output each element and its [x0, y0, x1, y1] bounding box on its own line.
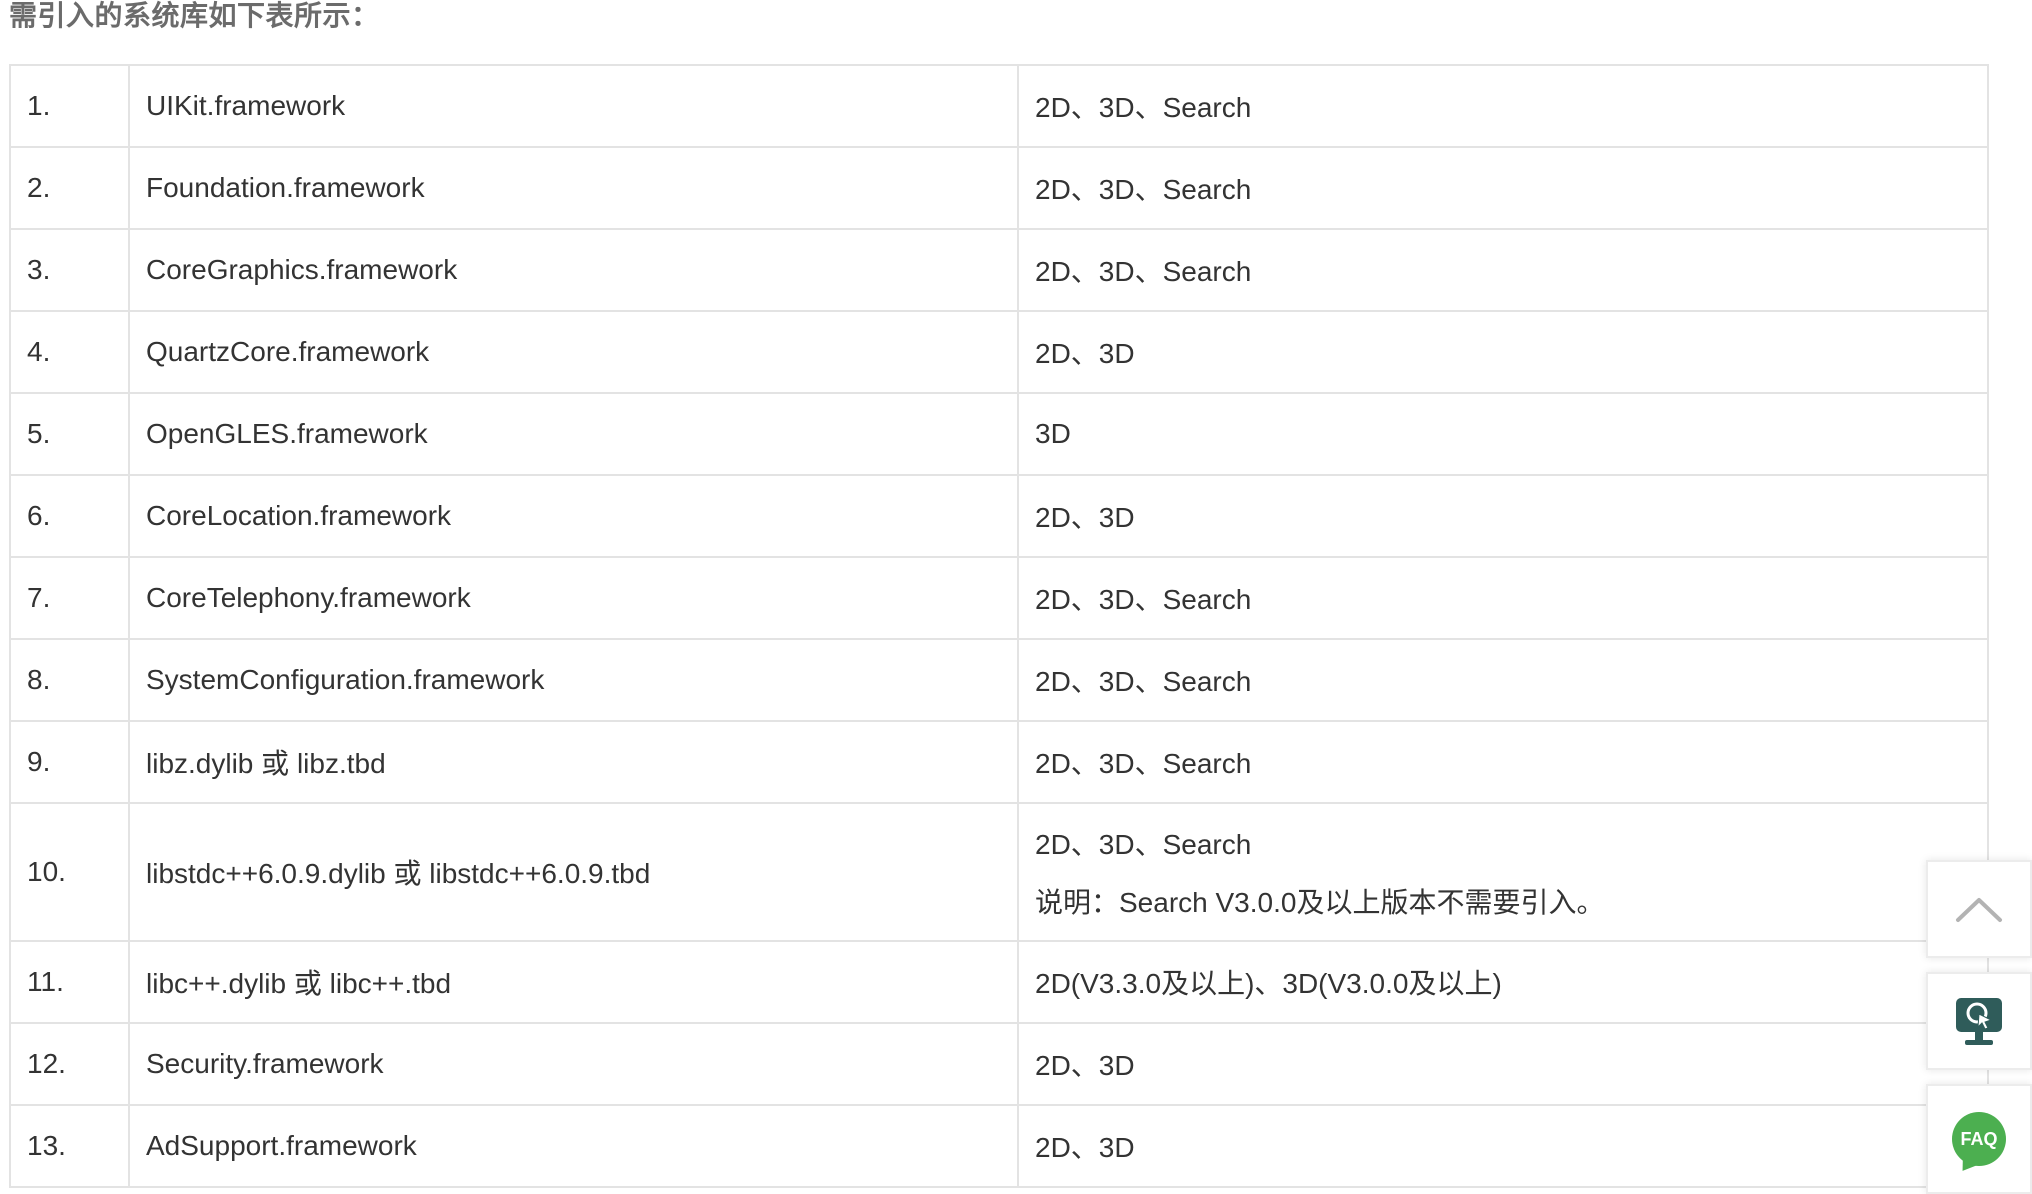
table-row: 11. libc++.dylib 或 libc++.tbd 2D(V3.3.0及… — [9, 940, 1989, 1024]
row-number: 6. — [9, 474, 130, 558]
library-name: QuartzCore.framework — [128, 310, 1019, 394]
row-number: 8. — [9, 638, 130, 722]
library-usage-cell: 2D、3D、Search 说明：Search V3.0.0及以上版本不需要引入。 — [1017, 802, 1989, 942]
monitor-cursor-icon — [1956, 998, 2002, 1045]
faq-icon: FAQ — [1952, 1112, 2006, 1176]
row-number: 1. — [9, 64, 130, 148]
faq-label: FAQ — [1960, 1128, 1998, 1149]
table-row: 10. libstdc++6.0.9.dylib 或 libstdc++6.0.… — [9, 802, 1989, 942]
row-number: 5. — [9, 392, 130, 476]
library-name: AdSupport.framework — [128, 1104, 1019, 1188]
library-usage: 2D(V3.3.0及以上)、3D(V3.0.0及以上) — [1017, 940, 1989, 1024]
chevron-up-icon — [1956, 898, 2002, 922]
table-row: 2. Foundation.framework 2D、3D、Search — [9, 146, 1989, 230]
usage-note: 说明：Search V3.0.0及以上版本不需要引入。 — [1035, 887, 1605, 918]
library-usage: 2D、3D、Search — [1017, 64, 1989, 148]
row-number: 7. — [9, 556, 130, 640]
library-name: libz.dylib 或 libz.tbd — [128, 720, 1019, 804]
library-usage: 2D、3D — [1017, 474, 1989, 558]
feedback-button[interactable] — [1926, 972, 2032, 1070]
library-usage: 2D、3D — [1017, 310, 1989, 394]
library-name: CoreGraphics.framework — [128, 228, 1019, 312]
library-usage: 2D、3D、Search — [1017, 638, 1989, 722]
row-number: 2. — [9, 146, 130, 230]
library-name: UIKit.framework — [128, 64, 1019, 148]
row-number: 11. — [9, 940, 130, 1024]
library-table: 1. UIKit.framework 2D、3D、Search 2. Found… — [9, 64, 1989, 1188]
library-usage: 2D、3D — [1017, 1022, 1989, 1106]
library-name: libstdc++6.0.9.dylib 或 libstdc++6.0.9.tb… — [128, 802, 1019, 942]
table-row: 1. UIKit.framework 2D、3D、Search — [9, 64, 1989, 148]
table-row: 8. SystemConfiguration.framework 2D、3D、S… — [9, 638, 1989, 722]
table-row: 5. OpenGLES.framework 3D — [9, 392, 1989, 476]
row-number: 13. — [9, 1104, 130, 1188]
page: 需引入的系统库如下表所示： 1. UIKit.framework 2D、3D、S… — [0, 0, 2032, 1194]
table-row: 13. AdSupport.framework 2D、3D — [9, 1104, 1989, 1188]
table-row: 6. CoreLocation.framework 2D、3D — [9, 474, 1989, 558]
library-name-highlighted: libc++.dylib 或 libc++.tbd — [128, 940, 1019, 1024]
row-number: 4. — [9, 310, 130, 394]
table-row: 12. Security.framework 2D、3D — [9, 1022, 1989, 1106]
library-name: CoreLocation.framework — [128, 474, 1019, 558]
intro-text: 需引入的系统库如下表所示： — [9, 0, 380, 31]
library-name: CoreTelephony.framework — [128, 556, 1019, 640]
library-usage: 2D、3D、Search — [1035, 829, 1252, 860]
row-number: 3. — [9, 228, 130, 312]
library-usage: 2D、3D、Search — [1017, 556, 1989, 640]
back-to-top-button[interactable] — [1926, 860, 2032, 958]
row-number: 9. — [9, 720, 130, 804]
table-row: 3. CoreGraphics.framework 2D、3D、Search — [9, 228, 1989, 312]
library-name: OpenGLES.framework — [128, 392, 1019, 476]
library-name: Foundation.framework — [128, 146, 1019, 230]
table-row: 9. libz.dylib 或 libz.tbd 2D、3D、Search — [9, 720, 1989, 804]
library-usage: 2D、3D — [1017, 1104, 1989, 1188]
table-row: 7. CoreTelephony.framework 2D、3D、Search — [9, 556, 1989, 640]
library-usage: 2D、3D、Search — [1017, 146, 1989, 230]
row-number: 10. — [9, 802, 130, 942]
library-name: Security.framework — [128, 1022, 1019, 1106]
faq-button[interactable]: FAQ — [1926, 1084, 2032, 1194]
library-usage: 3D — [1017, 392, 1989, 476]
library-name: SystemConfiguration.framework — [128, 638, 1019, 722]
table-row: 4. QuartzCore.framework 2D、3D — [9, 310, 1989, 394]
faq-bubble-tail — [1956, 1156, 1976, 1176]
row-number: 12. — [9, 1022, 130, 1106]
library-usage: 2D、3D、Search — [1017, 228, 1989, 312]
library-usage: 2D、3D、Search — [1017, 720, 1989, 804]
